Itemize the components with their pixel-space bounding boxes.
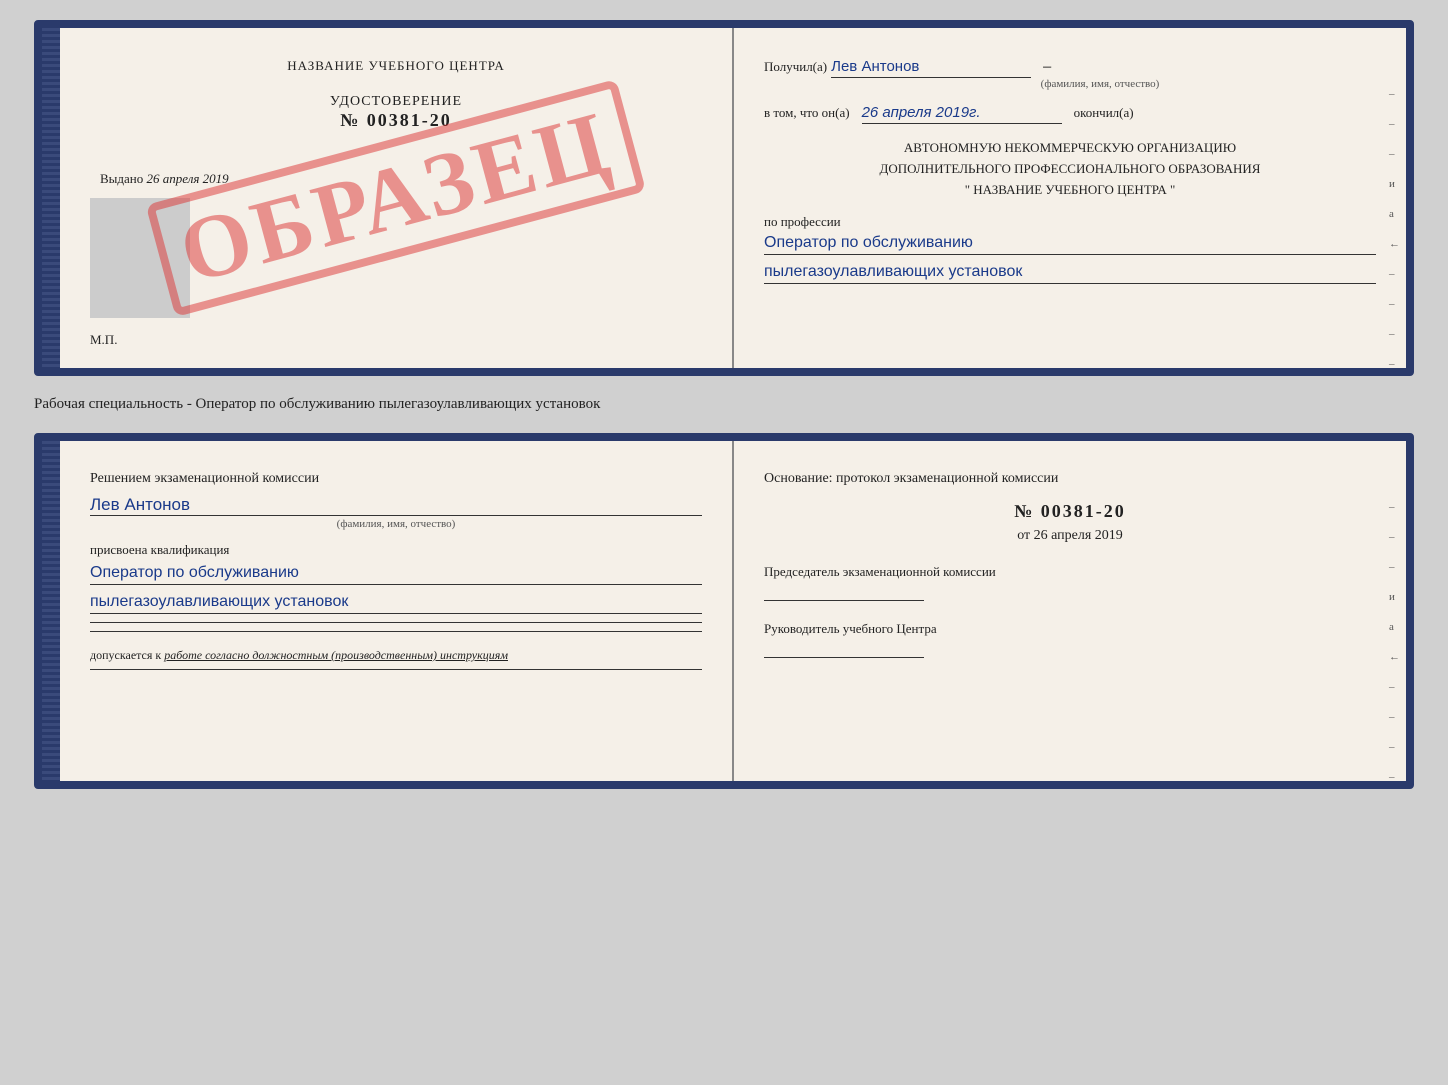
- side-marks-top: – – – и а ← – – – –: [1389, 88, 1400, 370]
- cert-header: НАЗВАНИЕ УЧЕБНОГО ЦЕНТРА: [90, 58, 702, 74]
- qualification-line2: пылегазоулавливающих установок: [90, 593, 702, 614]
- basis-text: Основание: протокол экзаменационной коми…: [764, 471, 1376, 487]
- profession-line2: пылегазоулавливающих установок: [764, 263, 1376, 284]
- org-line1: АВТОНОМНУЮ НЕКОММЕРЧЕСКУЮ ОРГАНИЗАЦИЮ: [764, 138, 1376, 159]
- director-block: Руководитель учебного Центра: [764, 621, 1376, 658]
- chairman-label: Председатель экзаменационной комиссии: [764, 564, 1376, 580]
- protocol-date-value: 26 апреля 2019: [1034, 528, 1123, 543]
- chairman-block: Председатель экзаменационной комиссии: [764, 564, 1376, 601]
- completed-group: в том, что он(а) 26 апреля 2019г. окончи…: [764, 104, 1376, 124]
- completed-suffix: окончил(а): [1074, 105, 1134, 120]
- received-group: Получил(а) Лев Антонов – (фамилия, имя, …: [764, 58, 1376, 90]
- bottom-booklet: Решением экзаменационной комиссии Лев Ан…: [34, 433, 1414, 789]
- issued-date: 26 апреля 2019: [147, 171, 229, 186]
- org-line3: " НАЗВАНИЕ УЧЕБНОГО ЦЕНТРА ": [764, 180, 1376, 201]
- director-signature-line: [764, 657, 924, 658]
- protocol-number: № 00381-20: [764, 501, 1376, 522]
- top-left-panel: НАЗВАНИЕ УЧЕБНОГО ЦЕНТРА ОБРАЗЕЦ УДОСТОВ…: [60, 28, 734, 368]
- org-line2: ДОПОЛНИТЕЛЬНОГО ПРОФЕССИОНАЛЬНОГО ОБРАЗО…: [764, 159, 1376, 180]
- photo-placeholder: [90, 198, 190, 318]
- name-subtext: (фамилия, имя, отчество): [90, 518, 702, 530]
- received-label: Получил(а): [764, 59, 827, 74]
- cert-issued: Выдано 26 апреля 2019: [90, 171, 702, 187]
- admission-prefix: допускается к: [90, 648, 161, 662]
- admission-text: допускается к работе согласно должностны…: [90, 648, 702, 663]
- qualification-line1: Оператор по обслуживанию: [90, 564, 702, 585]
- cert-title: УДОСТОВЕРЕНИЕ: [90, 94, 702, 110]
- decision-text: Решением экзаменационной комиссии: [90, 471, 702, 487]
- subtitle: Рабочая специальность - Оператор по обсл…: [34, 392, 1414, 417]
- decision-name: Лев Антонов: [90, 495, 702, 516]
- bottom-right-panel: Основание: протокол экзаменационной коми…: [734, 441, 1406, 781]
- director-label: Руководитель учебного Центра: [764, 621, 1376, 637]
- completed-prefix: в том, что он(а): [764, 105, 850, 120]
- protocol-date: от 26 апреля 2019: [764, 528, 1376, 544]
- admission-italic: работе согласно должностным (производств…: [164, 648, 508, 662]
- issued-label: Выдано: [100, 171, 143, 186]
- org-block: АВТОНОМНУЮ НЕКОММЕРЧЕСКУЮ ОРГАНИЗАЦИЮ ДО…: [764, 138, 1376, 200]
- completed-date: 26 апреля 2019г.: [862, 104, 1062, 124]
- qualification-label: присвоена квалификация: [90, 542, 702, 558]
- side-marks-bottom: – – – и а ← – – – –: [1389, 501, 1400, 783]
- booklet-spine-bottom: [42, 441, 60, 781]
- document-container: НАЗВАНИЕ УЧЕБНОГО ЦЕНТРА ОБРАЗЕЦ УДОСТОВ…: [34, 20, 1414, 789]
- booklet-spine-top: [42, 28, 60, 368]
- cert-number: № 00381-20: [90, 110, 702, 131]
- protocol-date-prefix: от: [1017, 528, 1030, 543]
- chairman-signature-line: [764, 600, 924, 601]
- cert-mp: М.П.: [90, 332, 117, 348]
- dash-received: –: [1043, 58, 1051, 75]
- profession-line1: Оператор по обслуживанию: [764, 234, 1376, 255]
- bottom-left-panel: Решением экзаменационной комиссии Лев Ан…: [60, 441, 734, 781]
- received-name: Лев Антонов: [831, 58, 1031, 78]
- top-booklet: НАЗВАНИЕ УЧЕБНОГО ЦЕНТРА ОБРАЗЕЦ УДОСТОВ…: [34, 20, 1414, 376]
- top-right-panel: Получил(а) Лев Антонов – (фамилия, имя, …: [734, 28, 1406, 368]
- received-subtext: (фамилия, имя, отчество): [824, 78, 1376, 90]
- cert-title-block: УДОСТОВЕРЕНИЕ № 00381-20: [90, 94, 702, 131]
- profession-label: по профессии: [764, 214, 1376, 230]
